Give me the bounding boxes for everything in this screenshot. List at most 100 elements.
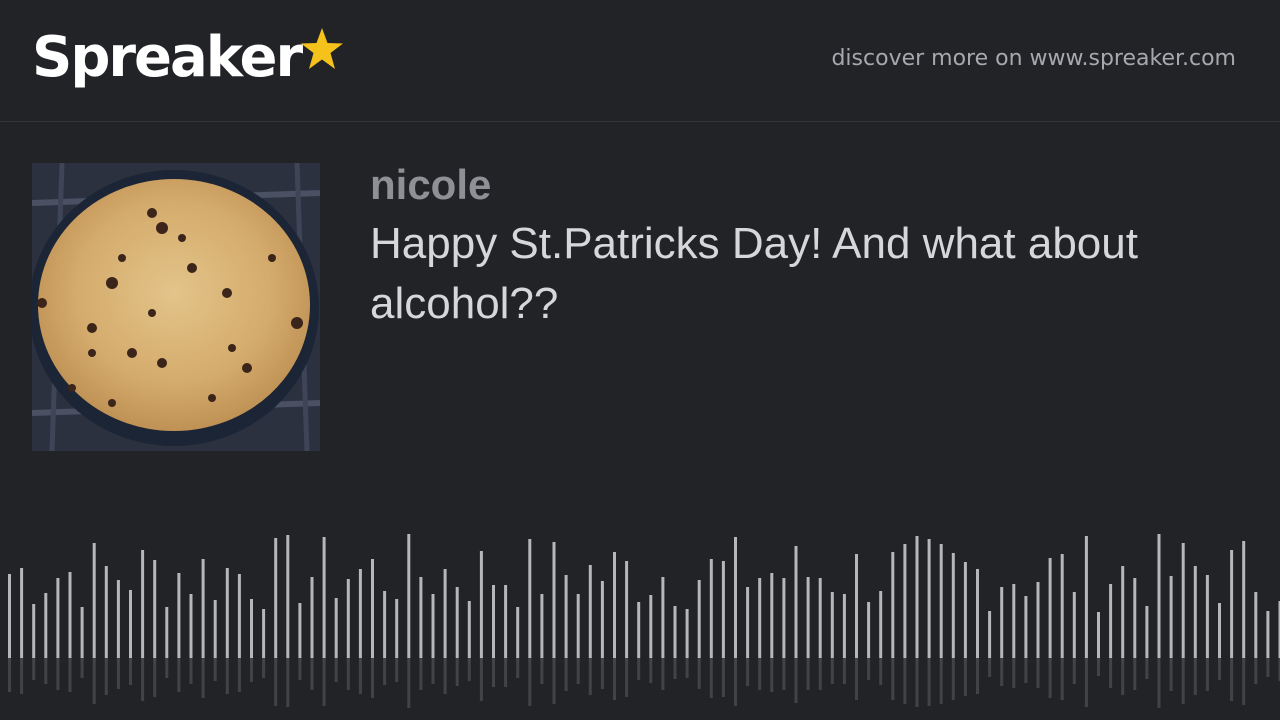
waveform-bar xyxy=(625,561,629,658)
waveform-bar xyxy=(661,577,665,658)
waveform-bar-reflection xyxy=(298,658,302,680)
waveform-bar xyxy=(782,578,786,658)
waveform-bar-reflection xyxy=(68,658,72,692)
waveform-bar-reflection xyxy=(492,658,495,687)
waveform-bar xyxy=(818,578,822,658)
waveform-bar xyxy=(177,573,181,658)
waveform-bar xyxy=(770,573,774,658)
waveform-bar xyxy=(1266,611,1270,658)
waveform-bar-reflection xyxy=(177,658,181,692)
waveform-bar-reflection xyxy=(141,658,145,701)
logo-text: Spreaker xyxy=(32,25,303,90)
waveform-bar xyxy=(395,599,399,658)
waveform-bar-reflection xyxy=(274,658,278,706)
waveform-bar-reflection xyxy=(262,658,266,678)
waveform-bar-reflection xyxy=(189,658,193,684)
waveform-bar-reflection xyxy=(1218,658,1221,680)
waveform-bar xyxy=(310,577,314,658)
waveform-bar-reflection xyxy=(564,658,568,691)
waveform-bar-reflection xyxy=(467,658,471,681)
waveform-bar xyxy=(346,579,350,658)
waveform-bar xyxy=(1193,566,1197,658)
waveform-bar xyxy=(479,551,483,658)
waveform-bar-reflection xyxy=(709,658,713,698)
waveform-bar xyxy=(1181,543,1185,658)
waveform-bar xyxy=(383,591,387,658)
waveform-bar xyxy=(44,593,48,658)
waveform-bar xyxy=(371,559,374,658)
waveform-bar-reflection xyxy=(939,658,943,704)
waveform-bar xyxy=(443,569,447,658)
waveform-bar xyxy=(734,537,737,658)
waveform-bar-reflection xyxy=(976,658,979,694)
waveform-bar-reflection xyxy=(1157,658,1161,708)
waveform-bar xyxy=(1157,534,1161,658)
waveform-bar-reflection xyxy=(734,658,737,706)
waveform-bar-reflection xyxy=(540,658,544,684)
waveform-bar-reflection xyxy=(1242,658,1246,705)
waveform-bar xyxy=(431,594,435,658)
waveform-bar xyxy=(1133,578,1137,658)
waveform-bar-reflection xyxy=(963,658,967,696)
waveform-bar xyxy=(1000,587,1004,658)
waveform-bar-reflection xyxy=(673,658,677,679)
discover-more-link[interactable]: discover more on www.spreaker.com xyxy=(831,46,1236,71)
waveform-bar-reflection xyxy=(637,658,641,680)
waveform-bar xyxy=(20,568,24,658)
waveform-bar xyxy=(467,601,471,658)
waveform-bar xyxy=(588,565,592,658)
waveform-bar xyxy=(806,577,810,658)
waveform-bar xyxy=(492,585,495,658)
waveform-bar xyxy=(104,566,108,658)
waveform-bar xyxy=(1036,582,1040,658)
waveform-bar-reflection xyxy=(806,658,810,690)
waveform-bar xyxy=(830,592,834,658)
waveform-bar-reflection xyxy=(8,658,11,692)
waveform-bar xyxy=(92,543,96,658)
waveform-bar-reflection xyxy=(1012,658,1016,688)
waveform-bar-reflection xyxy=(1230,658,1234,701)
waveform-bar-reflection xyxy=(528,658,532,706)
waveform-bar-reflection xyxy=(516,658,520,678)
waveform-bar-reflection xyxy=(443,658,447,694)
waveform-bar xyxy=(552,542,556,658)
waveform-bar xyxy=(891,552,895,658)
waveform-bar-reflection xyxy=(1181,658,1185,704)
waveform-bar-reflection xyxy=(782,658,786,690)
waveform-bar-reflection xyxy=(1266,658,1270,677)
waveform-bar xyxy=(855,554,858,658)
waveform-bar-reflection xyxy=(951,658,955,700)
waveform-bar-reflection xyxy=(201,658,205,698)
waveform-bar xyxy=(1230,550,1234,658)
waveform-bar-reflection xyxy=(1060,658,1064,700)
audio-waveform xyxy=(8,534,1280,708)
waveform-bar-reflection xyxy=(479,658,483,701)
waveform-bar xyxy=(1121,566,1125,658)
waveform-bar xyxy=(298,603,302,658)
waveform-bar xyxy=(794,546,798,658)
waveform-bar-reflection xyxy=(1205,658,1209,691)
spreaker-logo[interactable]: Spreaker xyxy=(32,22,345,102)
waveform-bar-reflection xyxy=(588,658,592,695)
waveform-bar xyxy=(189,594,193,658)
waveform-bar xyxy=(867,602,871,658)
waveform-bar xyxy=(8,574,11,658)
waveform-bar xyxy=(274,538,278,658)
waveform-bar xyxy=(697,580,701,658)
waveform-bar xyxy=(116,580,120,658)
waveform-bar-reflection xyxy=(1084,658,1088,707)
header: Spreaker discover more on www.spreaker.c… xyxy=(0,0,1280,122)
waveform-bar-reflection xyxy=(794,658,798,703)
waveform-bar-reflection xyxy=(383,658,387,685)
waveform-bar xyxy=(1072,592,1076,658)
waveform-bar-reflection xyxy=(915,658,919,707)
waveform-bar xyxy=(903,544,907,658)
waveform-bar-reflection xyxy=(625,658,629,697)
waveform-bar xyxy=(1024,596,1028,658)
episode-author[interactable]: nicole xyxy=(370,160,491,210)
waveform-bar-reflection xyxy=(213,658,217,681)
waveform-bar xyxy=(976,569,979,658)
waveform-bar xyxy=(673,606,677,658)
waveform-bar xyxy=(842,594,846,658)
waveform-bar-reflection xyxy=(1133,658,1137,690)
